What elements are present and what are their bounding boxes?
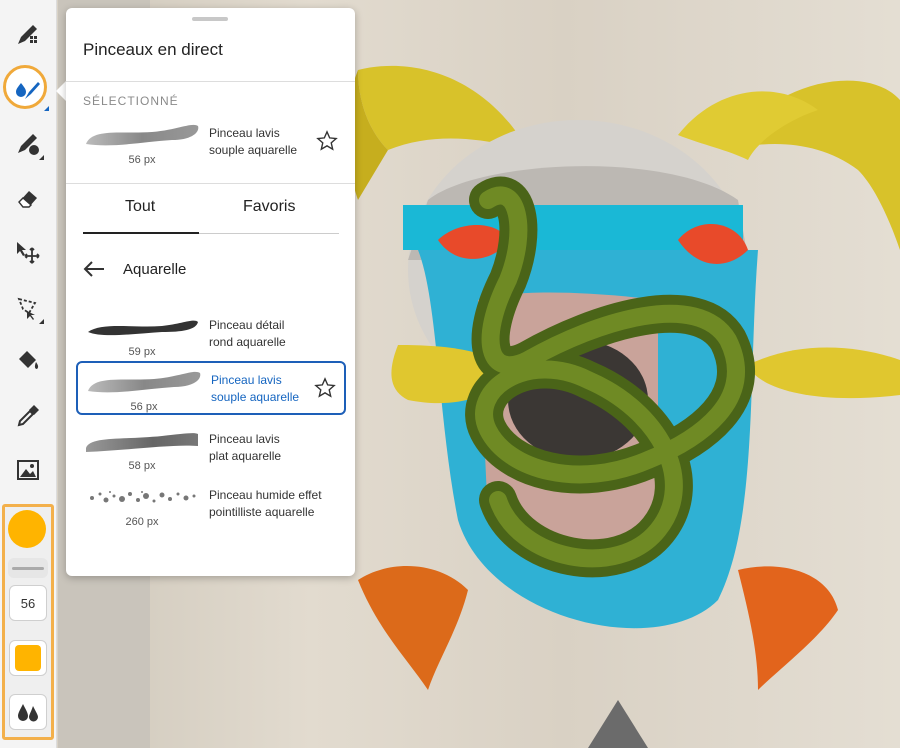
pixel-brush-tool[interactable] — [8, 14, 48, 54]
brush-name: Pinceau détail rond aquarelle — [209, 317, 334, 351]
pixel-brush-icon — [18, 25, 37, 44]
tool-options-indicator — [39, 155, 44, 160]
active-tab-indicator — [83, 232, 199, 234]
favorite-star-icon[interactable] — [314, 377, 336, 399]
brush-stroke-preview — [86, 124, 199, 146]
brush-size-label: 56 px — [130, 401, 158, 413]
brush-stroke-preview — [88, 371, 201, 393]
brush-name-line: Pinceau humide effet — [209, 488, 322, 502]
selected-brush[interactable]: 56 px Pinceau lavis souple aquarelle — [76, 116, 346, 170]
panel-drag-handle[interactable] — [192, 17, 228, 21]
brush-list-item-selected[interactable]: 56 px Pinceau lavis souple aquarelle — [76, 361, 346, 415]
brush-list-item[interactable]: 260 px Pinceau humide effet pointilliste… — [76, 478, 346, 532]
brush-size-label: 260 px — [125, 516, 159, 528]
vector-brush-tool[interactable] — [8, 124, 48, 164]
brush-tabs: Tout Favoris — [83, 184, 339, 234]
vector-brush-icon — [18, 134, 39, 155]
lasso-icon — [17, 297, 37, 320]
brush-size-button[interactable]: 56 — [9, 585, 47, 621]
left-toolbar: 56 — [0, 0, 57, 748]
tool-options-indicator — [39, 319, 44, 324]
brush-list-item[interactable]: 58 px Pinceau lavis plat aquarelle — [76, 422, 346, 476]
brush-name-line: pointilliste aquarelle — [209, 505, 315, 519]
eyedropper-tool[interactable] — [8, 396, 48, 436]
category-title: Aquarelle — [123, 261, 187, 278]
eraser-tool[interactable] — [8, 178, 48, 218]
brush-settings-button[interactable] — [9, 694, 47, 730]
back-arrow-icon[interactable] — [83, 260, 105, 278]
color-square-icon — [15, 645, 41, 671]
color-picker-button[interactable] — [9, 640, 47, 676]
panel-title: Pinceaux en direct — [83, 40, 223, 59]
brush-name: Pinceau humide effet pointilliste aquare… — [209, 487, 334, 521]
category-header: Aquarelle — [83, 256, 283, 286]
live-brush-tool[interactable] — [3, 65, 49, 111]
panel-pointer — [56, 81, 66, 101]
live-brushes-panel: Pinceaux en direct SÉLECTIONNÉ 56 px Pin… — [66, 8, 355, 576]
move-tool[interactable] — [8, 232, 48, 272]
eyedropper-icon — [17, 405, 39, 427]
brush-name-line: plat aquarelle — [209, 449, 282, 463]
water-drops-icon — [18, 704, 38, 722]
tab-favorites[interactable]: Favoris — [243, 198, 295, 216]
lasso-tool[interactable] — [8, 288, 48, 328]
brush-stroke-preview — [90, 491, 196, 503]
selected-section-label: SÉLECTIONNÉ — [83, 94, 179, 108]
size-slider-handle[interactable] — [12, 567, 44, 570]
brush-size-label: 56 px — [128, 154, 156, 166]
fill-tool[interactable] — [8, 340, 48, 380]
brush-size-label: 58 px — [128, 460, 156, 472]
brush-size-value: 56 — [20, 595, 36, 611]
move-icon — [17, 242, 40, 264]
brush-list-item[interactable]: 59 px Pinceau détail rond aquarelle — [76, 308, 346, 362]
brush-stroke-preview — [88, 320, 198, 336]
divider — [66, 81, 355, 82]
live-brush-icon — [16, 82, 40, 99]
brush-stroke-preview — [86, 433, 198, 452]
eraser-icon — [18, 191, 37, 208]
brush-name-line: Pinceau lavis — [209, 432, 280, 446]
tab-all[interactable]: Tout — [125, 198, 155, 216]
tool-options-indicator — [44, 106, 49, 111]
current-color-swatch[interactable] — [8, 510, 46, 548]
brush-name-line: Pinceau détail — [209, 318, 285, 332]
brush-name: Pinceau lavis plat aquarelle — [209, 431, 334, 465]
brush-name-line: rond aquarelle — [209, 335, 286, 349]
favorite-star-icon[interactable] — [316, 130, 338, 152]
fill-icon — [19, 351, 39, 369]
image-icon — [17, 460, 39, 480]
brush-size-label: 59 px — [128, 346, 156, 358]
image-tool[interactable] — [8, 450, 48, 490]
